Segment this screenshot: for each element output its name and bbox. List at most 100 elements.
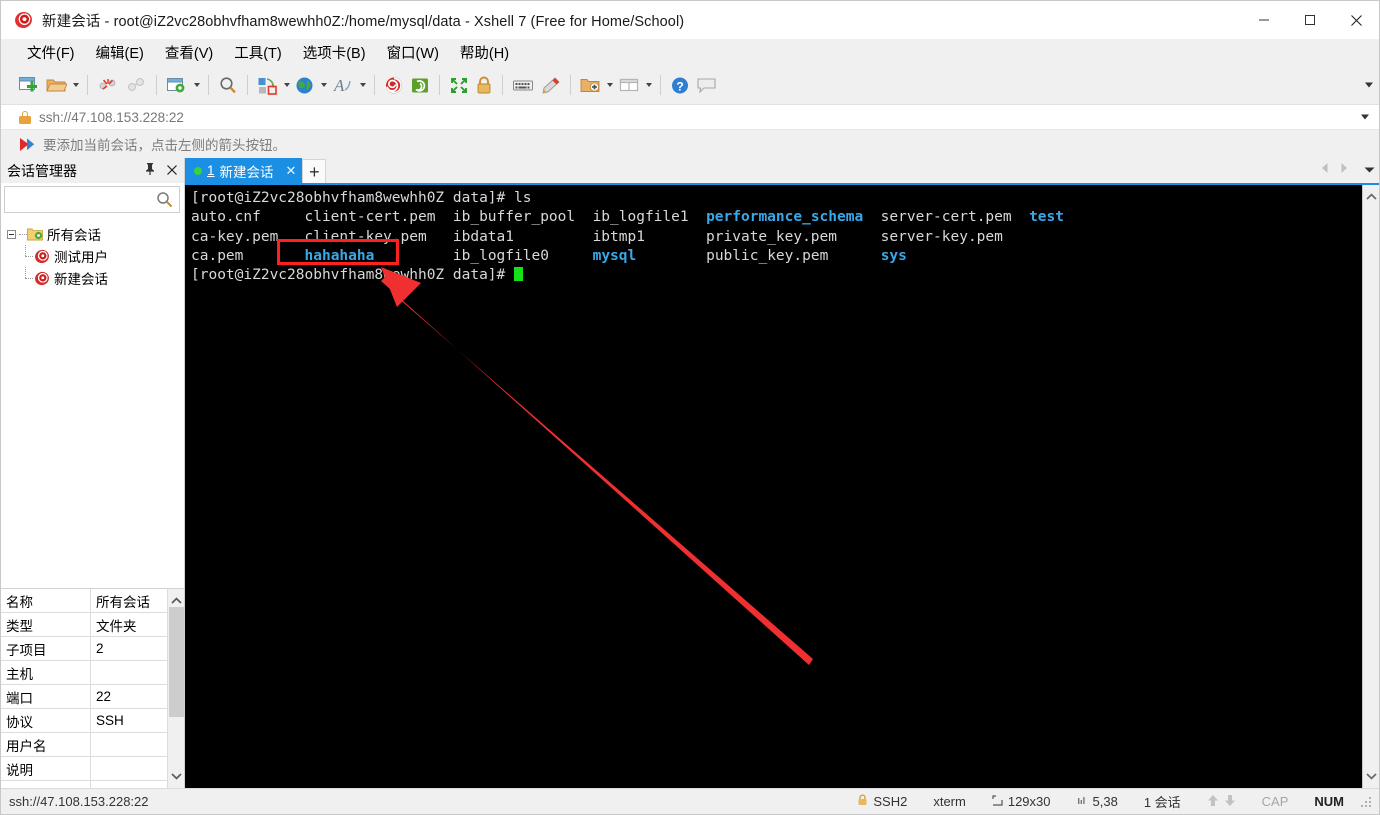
menu-window[interactable]: 窗口(W) bbox=[377, 39, 450, 66]
tab-number: 1 bbox=[207, 163, 215, 178]
close-button[interactable] bbox=[1333, 1, 1379, 39]
tab-list-chevron-down-icon[interactable] bbox=[1364, 161, 1375, 179]
session-properties-grid: 名称 所有会话 类型 文件夹 子项目 2 主机 端口 22 协议 SSH 用户名… bbox=[1, 588, 184, 805]
globe-icon[interactable] bbox=[292, 70, 318, 100]
minimize-button[interactable] bbox=[1241, 1, 1287, 39]
toolbar-separator bbox=[208, 75, 209, 95]
session-icon bbox=[33, 247, 51, 265]
property-key: 说明 bbox=[1, 757, 91, 780]
chevron-down-icon[interactable] bbox=[170, 767, 182, 785]
property-value bbox=[91, 757, 167, 780]
help-icon[interactable]: ? bbox=[667, 70, 693, 100]
menu-file[interactable]: 文件(F) bbox=[17, 39, 86, 66]
property-value: 2 bbox=[96, 641, 104, 656]
tree-item-test-user[interactable]: 测试用户 bbox=[7, 245, 184, 267]
search-icon[interactable] bbox=[156, 191, 173, 213]
transfer-file-icon[interactable] bbox=[254, 70, 281, 100]
tab-new-session[interactable]: 1 新建会话 ✕ bbox=[185, 158, 303, 183]
scrollbar-thumb[interactable] bbox=[169, 607, 184, 717]
arrow-up-icon bbox=[1207, 794, 1219, 810]
chevron-down-icon[interactable] bbox=[1365, 767, 1377, 785]
address-bar[interactable]: ssh://47.108.153.228:22 bbox=[1, 104, 1379, 130]
search-input[interactable] bbox=[4, 186, 180, 213]
status-num-lock: NUM bbox=[1314, 794, 1344, 809]
toolbar-separator bbox=[502, 75, 503, 95]
menu-tabs[interactable]: 选项卡(B) bbox=[293, 39, 377, 66]
chevron-up-icon[interactable] bbox=[170, 592, 182, 610]
open-folder-dropdown-icon[interactable] bbox=[73, 83, 79, 87]
terminal-output[interactable]: [root@iZ2vc28obhvfham8wewhh0Z data]# ls … bbox=[185, 185, 1362, 788]
transfer-file-dropdown-icon[interactable] bbox=[284, 83, 290, 87]
properties-scrollbar[interactable] bbox=[167, 589, 184, 788]
new-session-icon[interactable] bbox=[15, 70, 43, 100]
toolbar: A ? bbox=[1, 66, 1379, 104]
tree-expander-icon[interactable] bbox=[7, 229, 16, 239]
menu-help[interactable]: 帮助(H) bbox=[450, 39, 520, 66]
toolbar-separator bbox=[439, 75, 440, 95]
menu-edit[interactable]: 编辑(E) bbox=[86, 39, 155, 66]
chat-icon[interactable] bbox=[693, 70, 720, 100]
toolbar-overflow-icon[interactable] bbox=[1365, 82, 1373, 88]
add-folder-dropdown-icon[interactable] bbox=[607, 83, 613, 87]
tab-label: 新建会话 bbox=[219, 164, 274, 180]
svg-text:A: A bbox=[333, 76, 345, 95]
new-tab-button[interactable]: + bbox=[302, 159, 327, 183]
session-properties-icon[interactable] bbox=[163, 70, 191, 100]
keyboard-icon[interactable] bbox=[509, 70, 537, 100]
toolbar-separator bbox=[247, 75, 248, 95]
globe-dropdown-icon[interactable] bbox=[321, 83, 327, 87]
resize-grip[interactable] bbox=[1361, 796, 1371, 807]
reconnect-icon[interactable] bbox=[122, 70, 150, 100]
terminal-text: [root@iZ2vc28obhvfham8wewhh0Z data]# ls bbox=[191, 190, 532, 206]
fullscreen-icon[interactable] bbox=[446, 70, 472, 100]
disconnect-icon[interactable] bbox=[94, 70, 122, 100]
menu-file-label: 文件(F) bbox=[27, 46, 75, 62]
tree-line bbox=[19, 233, 27, 235]
cursor-icon bbox=[1077, 794, 1088, 809]
highlight-pen-icon[interactable] bbox=[537, 70, 564, 100]
lock-icon bbox=[19, 110, 31, 124]
chevron-down-icon[interactable] bbox=[1361, 114, 1369, 120]
tree-item-new-session-label: 新建会话 bbox=[54, 272, 108, 287]
property-key: 主机 bbox=[1, 661, 91, 684]
menu-view[interactable]: 查看(V) bbox=[155, 39, 224, 66]
property-key: 协议 bbox=[1, 709, 91, 732]
tree-item-new-session[interactable]: 新建会话 bbox=[7, 267, 184, 289]
lock-icon[interactable] bbox=[472, 70, 496, 100]
font-icon[interactable]: A bbox=[329, 70, 357, 100]
pin-icon[interactable] bbox=[144, 162, 156, 181]
session-properties-dropdown-icon[interactable] bbox=[194, 83, 200, 87]
maximize-button[interactable] bbox=[1287, 1, 1333, 39]
layout-dropdown-icon[interactable] bbox=[646, 83, 652, 87]
layout-icon[interactable] bbox=[615, 70, 643, 100]
font-dropdown-icon[interactable] bbox=[360, 83, 366, 87]
arrow-flag-icon bbox=[19, 137, 36, 152]
tree-line bbox=[20, 267, 34, 289]
property-key: 端口 bbox=[1, 685, 91, 708]
chevron-right-icon[interactable] bbox=[1339, 161, 1349, 179]
chevron-left-icon[interactable] bbox=[1320, 161, 1330, 179]
property-row: 主机 bbox=[1, 661, 167, 685]
tab-close-icon[interactable]: ✕ bbox=[286, 163, 297, 179]
xshell-spiral-icon[interactable] bbox=[381, 70, 407, 100]
svg-text:?: ? bbox=[676, 79, 683, 93]
open-folder-icon[interactable] bbox=[43, 70, 70, 100]
status-caps-lock: CAP bbox=[1261, 794, 1289, 809]
terminal-cursor bbox=[514, 267, 524, 282]
status-cursor-label: 5,38 bbox=[1092, 794, 1118, 809]
session-manager-title: 会话管理器 bbox=[7, 162, 77, 179]
tree-item-all-sessions[interactable]: 所有会话 bbox=[7, 223, 184, 245]
chevron-up-icon[interactable] bbox=[1365, 188, 1377, 206]
add-folder-icon[interactable] bbox=[577, 70, 604, 100]
property-row: 子项目 2 bbox=[1, 637, 167, 661]
terminal-text: server-cert.pem bbox=[863, 209, 1030, 226]
session-icon bbox=[33, 269, 51, 287]
terminal-text: auto.cnf client-cert.pem ib_buffer_pool … bbox=[191, 209, 707, 226]
search-icon[interactable] bbox=[215, 70, 241, 100]
menu-tools[interactable]: 工具(T) bbox=[224, 39, 293, 66]
terminal-scrollbar[interactable] bbox=[1362, 185, 1379, 788]
close-icon[interactable] bbox=[166, 163, 178, 181]
session-tree: 所有会话 测试用户 新建会话 bbox=[1, 215, 184, 588]
xftp-icon[interactable] bbox=[407, 70, 433, 100]
status-size: 129x30 bbox=[979, 794, 1064, 809]
